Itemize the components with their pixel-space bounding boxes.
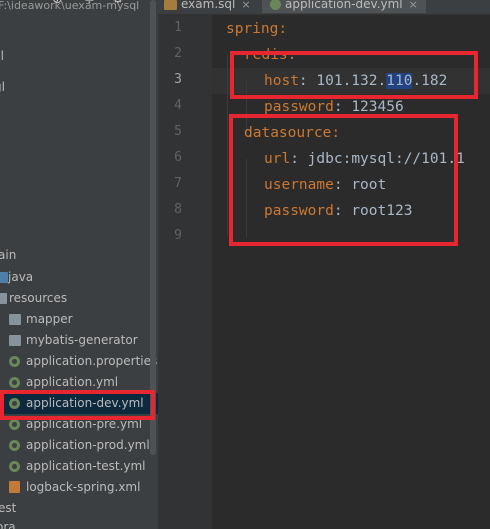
annotation-box-redis-host (230, 51, 478, 99)
line-number: 5 (174, 124, 182, 139)
tree-item-label: application.properties (26, 354, 158, 368)
hide-panel-icon[interactable]: – (138, 0, 150, 6)
spring-config-icon (9, 356, 20, 367)
project-scrollbar[interactable] (150, 0, 156, 455)
tree-item-label: resources (9, 291, 68, 305)
tab-exam-sql[interactable]: exam.sql × (164, 0, 251, 13)
tree-row-partial[interactable]: gl (0, 46, 158, 67)
tab-application-dev-yml[interactable]: application-dev.yml × (262, 0, 426, 13)
code-line-1: spring: (226, 16, 287, 42)
tree-item-label: application-prod.yml (26, 438, 150, 452)
yaml-file-icon (270, 0, 281, 10)
sql-file-icon (164, 0, 177, 10)
tree-item-mybatis-generator[interactable]: mybatis-generator (0, 330, 158, 351)
tree-row-label: est (0, 501, 17, 515)
tree-item-logback-spring-xml[interactable]: logback-spring.xml (0, 477, 158, 498)
spring-config-icon (9, 440, 20, 451)
locate-icon[interactable]: ⊕ (52, 0, 64, 6)
tree-row-main[interactable]: ain (0, 245, 158, 266)
tree-item-resources[interactable]: resources (0, 288, 158, 309)
tree-row-test[interactable]: est (0, 498, 158, 519)
annotation-box-selected-file (0, 390, 155, 420)
line-number: 6 (174, 150, 182, 165)
folder-icon (9, 314, 21, 325)
tree-item-mapper[interactable]: mapper (0, 309, 158, 330)
tree-row-partial[interactable]: gl (0, 77, 158, 98)
tree-item-application-test-yml[interactable]: application-test.yml (0, 456, 158, 477)
tree-item-label: mapper (26, 312, 73, 326)
line-number: 7 (174, 176, 182, 191)
yaml-sep: : (333, 99, 352, 115)
project-path: F:\ideawork\uexam-mysql (0, 0, 140, 12)
close-icon[interactable]: × (241, 0, 250, 11)
folder-icon (9, 335, 21, 346)
line-number: 1 (174, 20, 182, 35)
editor-tab-bar: exam.sql × application-dev.yml × (158, 0, 490, 15)
indent-guide (227, 55, 228, 237)
yaml-value: 123456 (351, 99, 404, 115)
source-folder-icon (0, 272, 8, 283)
project-panel: F:\ideawork\uexam-mysql ⊕ ≑ ⚙ – gl gl ai… (0, 0, 158, 529)
tree-item-java[interactable]: java (0, 267, 158, 288)
tree-row-partial[interactable]: ora (0, 517, 158, 529)
spring-config-icon (9, 461, 20, 472)
tab-label: exam.sql (181, 0, 236, 11)
tree-row-label: gl (0, 49, 4, 63)
line-number: 9 (174, 228, 182, 243)
tree-item-application-prod-yml[interactable]: application-prod.yml (0, 435, 158, 456)
line-number: 4 (174, 98, 182, 113)
tree-item-application-properties[interactable]: application.properties (0, 351, 158, 372)
tree-row-label: ain (0, 248, 17, 262)
tree-item-label: java (8, 270, 34, 284)
tree-item-label: mybatis-generator (26, 333, 138, 347)
yaml-key: spring (226, 21, 279, 37)
line-number: 2 (174, 46, 182, 61)
tree-row-label: ora (0, 520, 16, 529)
tree-row-label: gl (0, 80, 5, 94)
tree-item-label: application-test.yml (26, 459, 146, 473)
line-number: 8 (174, 202, 182, 217)
tree-item-label: logback-spring.xml (26, 480, 141, 494)
annotation-box-datasource (229, 114, 458, 246)
gear-icon[interactable]: ⚙ (112, 0, 124, 6)
yaml-key: password (264, 99, 334, 115)
yaml-sep: : (278, 21, 288, 37)
spring-config-icon (9, 419, 20, 430)
resources-folder-icon (0, 293, 7, 304)
editor-gutter: 1 2 3 4 5 6 7 8 9 (158, 15, 223, 529)
spring-config-icon (9, 377, 20, 388)
project-header: F:\ideawork\uexam-mysql ⊕ ≑ ⚙ – (0, 0, 158, 14)
xml-file-icon (9, 481, 20, 493)
line-number: 3 (174, 72, 182, 87)
tab-label: application-dev.yml (285, 0, 403, 11)
close-icon[interactable]: × (409, 0, 418, 11)
collapse-icon[interactable]: ≑ (84, 0, 96, 6)
